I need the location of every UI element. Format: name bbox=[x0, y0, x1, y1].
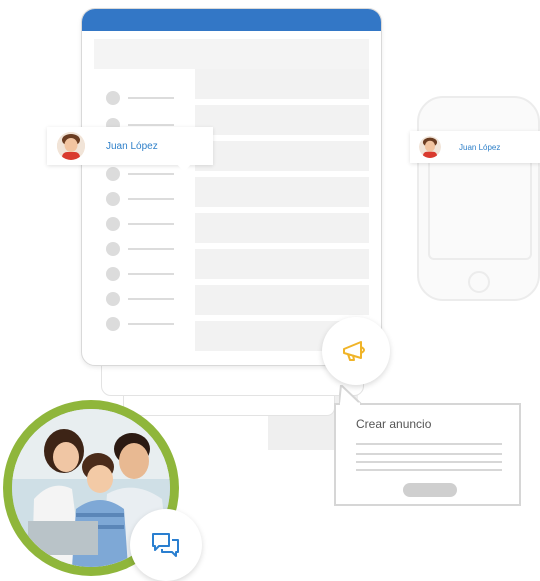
window-toolbar bbox=[94, 39, 369, 69]
create-announcement-card[interactable]: Crear anuncio bbox=[334, 403, 521, 506]
user-name: Juan López bbox=[459, 142, 501, 152]
list-line bbox=[128, 97, 174, 99]
content-row[interactable] bbox=[195, 213, 369, 243]
list-bullet bbox=[106, 192, 120, 206]
list-line bbox=[128, 124, 174, 126]
announcement-button[interactable] bbox=[322, 317, 390, 385]
list-bullet bbox=[106, 292, 120, 306]
list-line bbox=[128, 198, 174, 200]
text-line bbox=[356, 469, 502, 471]
content-row[interactable] bbox=[195, 69, 369, 99]
list-line bbox=[128, 223, 174, 225]
submit-button[interactable] bbox=[403, 483, 457, 497]
popup-title: Crear anuncio bbox=[356, 417, 432, 431]
avatar bbox=[419, 136, 441, 158]
phone-home-button bbox=[468, 271, 490, 293]
list-line bbox=[128, 273, 174, 275]
window-header bbox=[82, 9, 381, 31]
list-bullet bbox=[106, 217, 120, 231]
list-line bbox=[128, 173, 174, 175]
text-line bbox=[356, 461, 502, 463]
list-bullet bbox=[106, 317, 120, 331]
text-line bbox=[356, 453, 502, 455]
list-bullet bbox=[106, 167, 120, 181]
list-bullet bbox=[106, 91, 120, 105]
app-window bbox=[81, 8, 382, 366]
avatar bbox=[57, 132, 85, 160]
content-row[interactable] bbox=[195, 249, 369, 279]
user-badge[interactable]: Juan López bbox=[47, 127, 213, 165]
popup-pointer bbox=[339, 385, 363, 405]
user-badge[interactable]: Juan López bbox=[410, 131, 540, 163]
list-line bbox=[128, 298, 174, 300]
chat-bubbles-icon bbox=[152, 533, 179, 557]
badge-pointer bbox=[176, 163, 192, 172]
content-row[interactable] bbox=[195, 177, 369, 207]
phone-screen bbox=[428, 152, 532, 260]
content-row[interactable] bbox=[195, 141, 369, 171]
content-row[interactable] bbox=[195, 285, 369, 315]
text-line bbox=[356, 443, 502, 445]
list-line bbox=[128, 248, 174, 250]
list-bullet bbox=[106, 267, 120, 281]
list-line bbox=[128, 323, 174, 325]
megaphone-icon bbox=[343, 341, 365, 361]
content-row[interactable] bbox=[195, 105, 369, 135]
list-bullet bbox=[106, 242, 120, 256]
user-name: Juan López bbox=[106, 140, 158, 152]
chat-button[interactable] bbox=[130, 509, 202, 581]
